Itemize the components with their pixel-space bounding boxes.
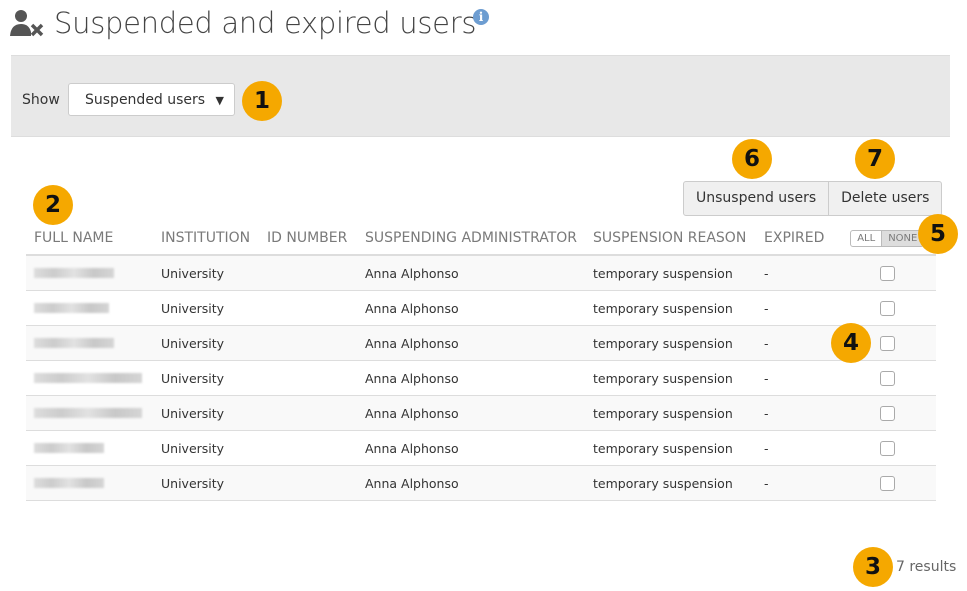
row-checkbox[interactable] xyxy=(879,300,895,316)
expired-cell: - xyxy=(756,255,839,291)
select-all-button[interactable]: ALL xyxy=(851,231,881,246)
table-row: University Anna Alphonso temporary suspe… xyxy=(26,360,936,396)
page-header: Suspended and expired users xyxy=(10,6,476,40)
id-number-cell xyxy=(259,290,357,326)
users-table: FULL NAME INSTITUTION ID NUMBER SUSPENDI… xyxy=(26,222,936,501)
delete-users-button[interactable]: Delete users xyxy=(828,182,941,215)
callout-3: 3 xyxy=(853,547,893,587)
id-number-cell xyxy=(259,395,357,431)
callout-7: 7 xyxy=(855,139,895,179)
action-buttons: Unsuspend users Delete users xyxy=(683,181,943,216)
select-cell xyxy=(838,430,936,466)
row-checkbox[interactable] xyxy=(879,265,895,281)
table-row: University Anna Alphonso temporary suspe… xyxy=(26,430,936,466)
user-remove-icon xyxy=(10,10,44,37)
institution-cell: University xyxy=(153,325,259,361)
results-count: 7 results xyxy=(896,559,957,575)
full-name-cell[interactable] xyxy=(26,430,153,466)
institution-cell: University xyxy=(153,255,259,291)
id-number-cell xyxy=(259,360,357,396)
select-cell xyxy=(838,255,936,291)
table-row: University Anna Alphonso temporary suspe… xyxy=(26,395,936,431)
row-checkbox[interactable] xyxy=(879,440,895,456)
full-name-cell[interactable] xyxy=(26,255,153,291)
blurred-name xyxy=(34,442,104,453)
expired-cell: - xyxy=(756,395,839,431)
admin-cell: Anna Alphonso xyxy=(357,360,586,396)
callout-1: 1 xyxy=(242,81,282,121)
admin-cell: Anna Alphonso xyxy=(357,325,586,361)
expired-cell: - xyxy=(756,465,839,501)
id-number-cell xyxy=(259,255,357,291)
full-name-cell[interactable] xyxy=(26,465,153,501)
institution-cell: University xyxy=(153,290,259,326)
filter-bar: Show Suspended users ▼ xyxy=(11,55,950,137)
expired-cell: - xyxy=(756,290,839,326)
full-name-cell[interactable] xyxy=(26,395,153,431)
admin-cell: Anna Alphonso xyxy=(357,290,586,326)
unsuspend-users-button[interactable]: Unsuspend users xyxy=(684,182,828,215)
row-checkbox[interactable] xyxy=(879,370,895,386)
institution-cell: University xyxy=(153,395,259,431)
reason-cell: temporary suspension xyxy=(585,430,757,466)
admin-cell: Anna Alphonso xyxy=(357,465,586,501)
header-id-number[interactable]: ID NUMBER xyxy=(259,222,357,256)
expired-cell: - xyxy=(756,430,839,466)
select-cell xyxy=(838,395,936,431)
select-cell xyxy=(838,465,936,501)
header-expired[interactable]: EXPIRED xyxy=(756,222,839,256)
blurred-name xyxy=(34,372,142,383)
institution-cell: University xyxy=(153,465,259,501)
callout-2: 2 xyxy=(33,185,73,225)
reason-cell: temporary suspension xyxy=(585,325,757,361)
admin-cell: Anna Alphonso xyxy=(357,430,586,466)
reason-cell: temporary suspension xyxy=(585,255,757,291)
reason-cell: temporary suspension xyxy=(585,290,757,326)
blurred-name xyxy=(34,407,142,418)
info-icon[interactable]: i xyxy=(473,9,489,25)
show-label: Show xyxy=(22,92,60,108)
blurred-name xyxy=(34,337,114,348)
show-select[interactable]: Suspended users ▼ xyxy=(68,83,235,116)
select-toggle: ALL NONE xyxy=(850,230,925,247)
show-select-value: Suspended users xyxy=(85,92,206,108)
institution-cell: University xyxy=(153,360,259,396)
admin-cell: Anna Alphonso xyxy=(357,255,586,291)
expired-cell: - xyxy=(756,325,839,361)
callout-6: 6 xyxy=(732,139,772,179)
admin-cell: Anna Alphonso xyxy=(357,395,586,431)
blurred-name xyxy=(34,477,104,488)
table-row: University Anna Alphonso temporary suspe… xyxy=(26,465,936,501)
page-title: Suspended and expired users xyxy=(54,6,477,40)
reason-cell: temporary suspension xyxy=(585,395,757,431)
row-checkbox[interactable] xyxy=(879,475,895,491)
header-institution[interactable]: INSTITUTION xyxy=(153,222,259,256)
id-number-cell xyxy=(259,430,357,466)
blurred-name xyxy=(34,267,114,278)
full-name-cell[interactable] xyxy=(26,360,153,396)
institution-cell: University xyxy=(153,430,259,466)
id-number-cell xyxy=(259,325,357,361)
id-number-cell xyxy=(259,465,357,501)
row-checkbox[interactable] xyxy=(879,335,895,351)
select-cell xyxy=(838,290,936,326)
callout-5: 5 xyxy=(918,214,958,254)
table-row: University Anna Alphonso temporary suspe… xyxy=(26,325,936,361)
reason-cell: temporary suspension xyxy=(585,360,757,396)
table-row: University Anna Alphonso temporary suspe… xyxy=(26,290,936,326)
header-full-name[interactable]: FULL NAME xyxy=(26,222,153,256)
table-row: University Anna Alphonso temporary suspe… xyxy=(26,255,936,291)
header-suspension-reason[interactable]: SUSPENSION REASON xyxy=(585,222,757,256)
expired-cell: - xyxy=(756,360,839,396)
row-checkbox[interactable] xyxy=(879,405,895,421)
header-suspending-admin[interactable]: SUSPENDING ADMINISTRATOR xyxy=(357,222,586,256)
full-name-cell[interactable] xyxy=(26,290,153,326)
full-name-cell[interactable] xyxy=(26,325,153,361)
callout-4: 4 xyxy=(831,323,871,363)
select-cell xyxy=(838,360,936,396)
reason-cell: temporary suspension xyxy=(585,465,757,501)
caret-down-icon: ▼ xyxy=(215,94,224,107)
blurred-name xyxy=(34,302,109,313)
